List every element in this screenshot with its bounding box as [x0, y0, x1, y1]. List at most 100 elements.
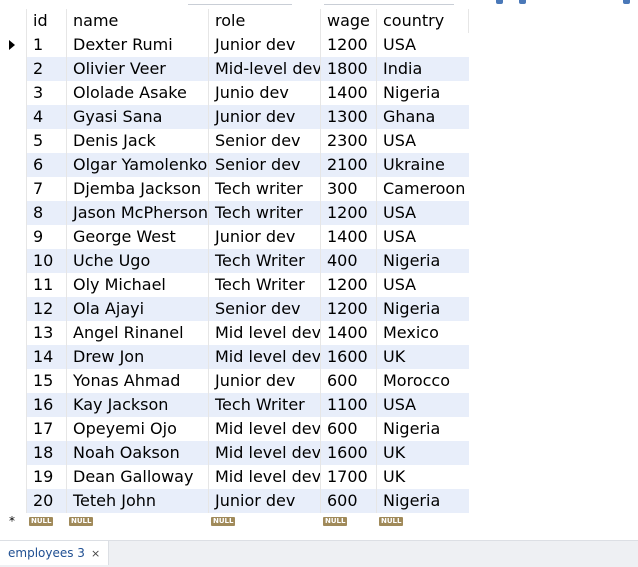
row-header[interactable]	[0, 465, 27, 489]
row-header[interactable]	[0, 177, 27, 201]
cell-wage[interactable]: 1600	[321, 345, 377, 369]
cell-country[interactable]: Ukraine	[377, 153, 469, 177]
column-header-name[interactable]: name	[67, 9, 209, 33]
close-icon[interactable]: ×	[91, 547, 100, 560]
cell-wage[interactable]: 400	[321, 249, 377, 273]
cell-id[interactable]: 1	[27, 33, 67, 57]
row-header[interactable]	[0, 345, 27, 369]
row-header[interactable]	[0, 393, 27, 417]
cell-country[interactable]: Nigeria	[377, 297, 469, 321]
row-header[interactable]	[0, 273, 27, 297]
column-header-role[interactable]: role	[209, 9, 321, 33]
cell-id[interactable]: 14	[27, 345, 67, 369]
cell-name[interactable]: Yonas Ahmad	[67, 369, 209, 393]
tab-employees-3[interactable]: employees 3 ×	[0, 541, 110, 565]
null-badge-id[interactable]: NULL	[29, 517, 54, 526]
cell-country[interactable]: India	[377, 57, 469, 81]
cell-name[interactable]: Ololade Asake	[67, 81, 209, 105]
cell-country[interactable]: USA	[377, 33, 469, 57]
cell-name[interactable]: Drew Jon	[67, 345, 209, 369]
row-header[interactable]	[0, 81, 27, 105]
cell-country[interactable]: UK	[377, 441, 469, 465]
cell-id[interactable]: 17	[27, 417, 67, 441]
cell-country[interactable]: UK	[377, 345, 469, 369]
column-header-wage[interactable]: wage	[321, 9, 377, 33]
cell-id[interactable]: 19	[27, 465, 67, 489]
toolbar-icon-2[interactable]	[519, 0, 526, 4]
cell-name[interactable]: Jason McPherson	[67, 201, 209, 225]
cell-id[interactable]: 15	[27, 369, 67, 393]
cell-role[interactable]: Junior dev	[209, 33, 321, 57]
cell-country[interactable]: Ghana	[377, 105, 469, 129]
cell-country[interactable]: USA	[377, 393, 469, 417]
cell-country[interactable]: Mexico	[377, 321, 469, 345]
row-header[interactable]	[0, 369, 27, 393]
cell-wage[interactable]: 1200	[321, 201, 377, 225]
cell-id[interactable]: 10	[27, 249, 67, 273]
row-header[interactable]	[0, 297, 27, 321]
cell-name[interactable]: Kay Jackson	[67, 393, 209, 417]
row-header[interactable]	[0, 129, 27, 153]
cell-name[interactable]: Djemba Jackson	[67, 177, 209, 201]
column-header-country[interactable]: country	[377, 9, 469, 33]
row-header-corner[interactable]	[0, 9, 27, 33]
cell-id[interactable]: 4	[27, 105, 67, 129]
cell-id[interactable]: 9	[27, 225, 67, 249]
cell-name[interactable]: Olgar Yamolenko	[67, 153, 209, 177]
cell-country[interactable]: Nigeria	[377, 417, 469, 441]
cell-wage[interactable]: 1200	[321, 33, 377, 57]
cell-wage[interactable]: 1300	[321, 105, 377, 129]
cell-wage[interactable]: 600	[321, 489, 377, 513]
cell-role[interactable]: Junior dev	[209, 489, 321, 513]
cell-name[interactable]: Uche Ugo	[67, 249, 209, 273]
cell-role[interactable]: Junior dev	[209, 225, 321, 249]
cell-wage[interactable]: 2100	[321, 153, 377, 177]
cell-name[interactable]: George West	[67, 225, 209, 249]
cell-country[interactable]: Cameroon	[377, 177, 469, 201]
cell-role[interactable]: Senior dev	[209, 297, 321, 321]
cell-country[interactable]: Nigeria	[377, 489, 469, 513]
cell-id[interactable]: 13	[27, 321, 67, 345]
cell-name[interactable]: Dean Galloway	[67, 465, 209, 489]
null-badge-country[interactable]: NULL	[379, 517, 404, 526]
row-header[interactable]	[0, 57, 27, 81]
cell-name[interactable]: Gyasi Sana	[67, 105, 209, 129]
row-header[interactable]	[0, 249, 27, 273]
row-header[interactable]	[0, 33, 27, 57]
cell-role[interactable]: Tech writer	[209, 201, 321, 225]
row-header[interactable]	[0, 489, 27, 513]
row-header[interactable]	[0, 321, 27, 345]
cell-wage[interactable]: 1400	[321, 321, 377, 345]
cell-role[interactable]: Tech Writer	[209, 393, 321, 417]
cell-wage[interactable]: 600	[321, 369, 377, 393]
cell-id[interactable]: 11	[27, 273, 67, 297]
cell-wage[interactable]: 600	[321, 417, 377, 441]
cell-role[interactable]: Junior dev	[209, 105, 321, 129]
cell-role[interactable]: Mid level dev	[209, 321, 321, 345]
cell-role[interactable]: Junior dev	[209, 369, 321, 393]
cell-role[interactable]: Mid level dev	[209, 465, 321, 489]
cell-id[interactable]: 18	[27, 441, 67, 465]
cell-role[interactable]: Tech Writer	[209, 273, 321, 297]
row-header[interactable]	[0, 105, 27, 129]
row-header[interactable]	[0, 441, 27, 465]
cell-name[interactable]: Olivier Veer	[67, 57, 209, 81]
cell-id[interactable]: 12	[27, 297, 67, 321]
cell-role[interactable]: Junio dev	[209, 81, 321, 105]
cell-wage[interactable]: 1200	[321, 297, 377, 321]
cell-id[interactable]: 8	[27, 201, 67, 225]
cell-role[interactable]: Mid-level dev	[209, 57, 321, 81]
cell-id[interactable]: 16	[27, 393, 67, 417]
cell-name[interactable]: Ola Ajayi	[67, 297, 209, 321]
cell-id[interactable]: 6	[27, 153, 67, 177]
cell-name[interactable]: Dexter Rumi	[67, 33, 209, 57]
cell-country[interactable]: Morocco	[377, 369, 469, 393]
column-header-id[interactable]: id	[27, 9, 67, 33]
cell-name[interactable]: Angel Rinanel	[67, 321, 209, 345]
cell-id[interactable]: 3	[27, 81, 67, 105]
cell-wage[interactable]: 1700	[321, 465, 377, 489]
cell-id[interactable]: 7	[27, 177, 67, 201]
cell-id[interactable]: 2	[27, 57, 67, 81]
cell-country[interactable]: USA	[377, 129, 469, 153]
row-header[interactable]	[0, 153, 27, 177]
